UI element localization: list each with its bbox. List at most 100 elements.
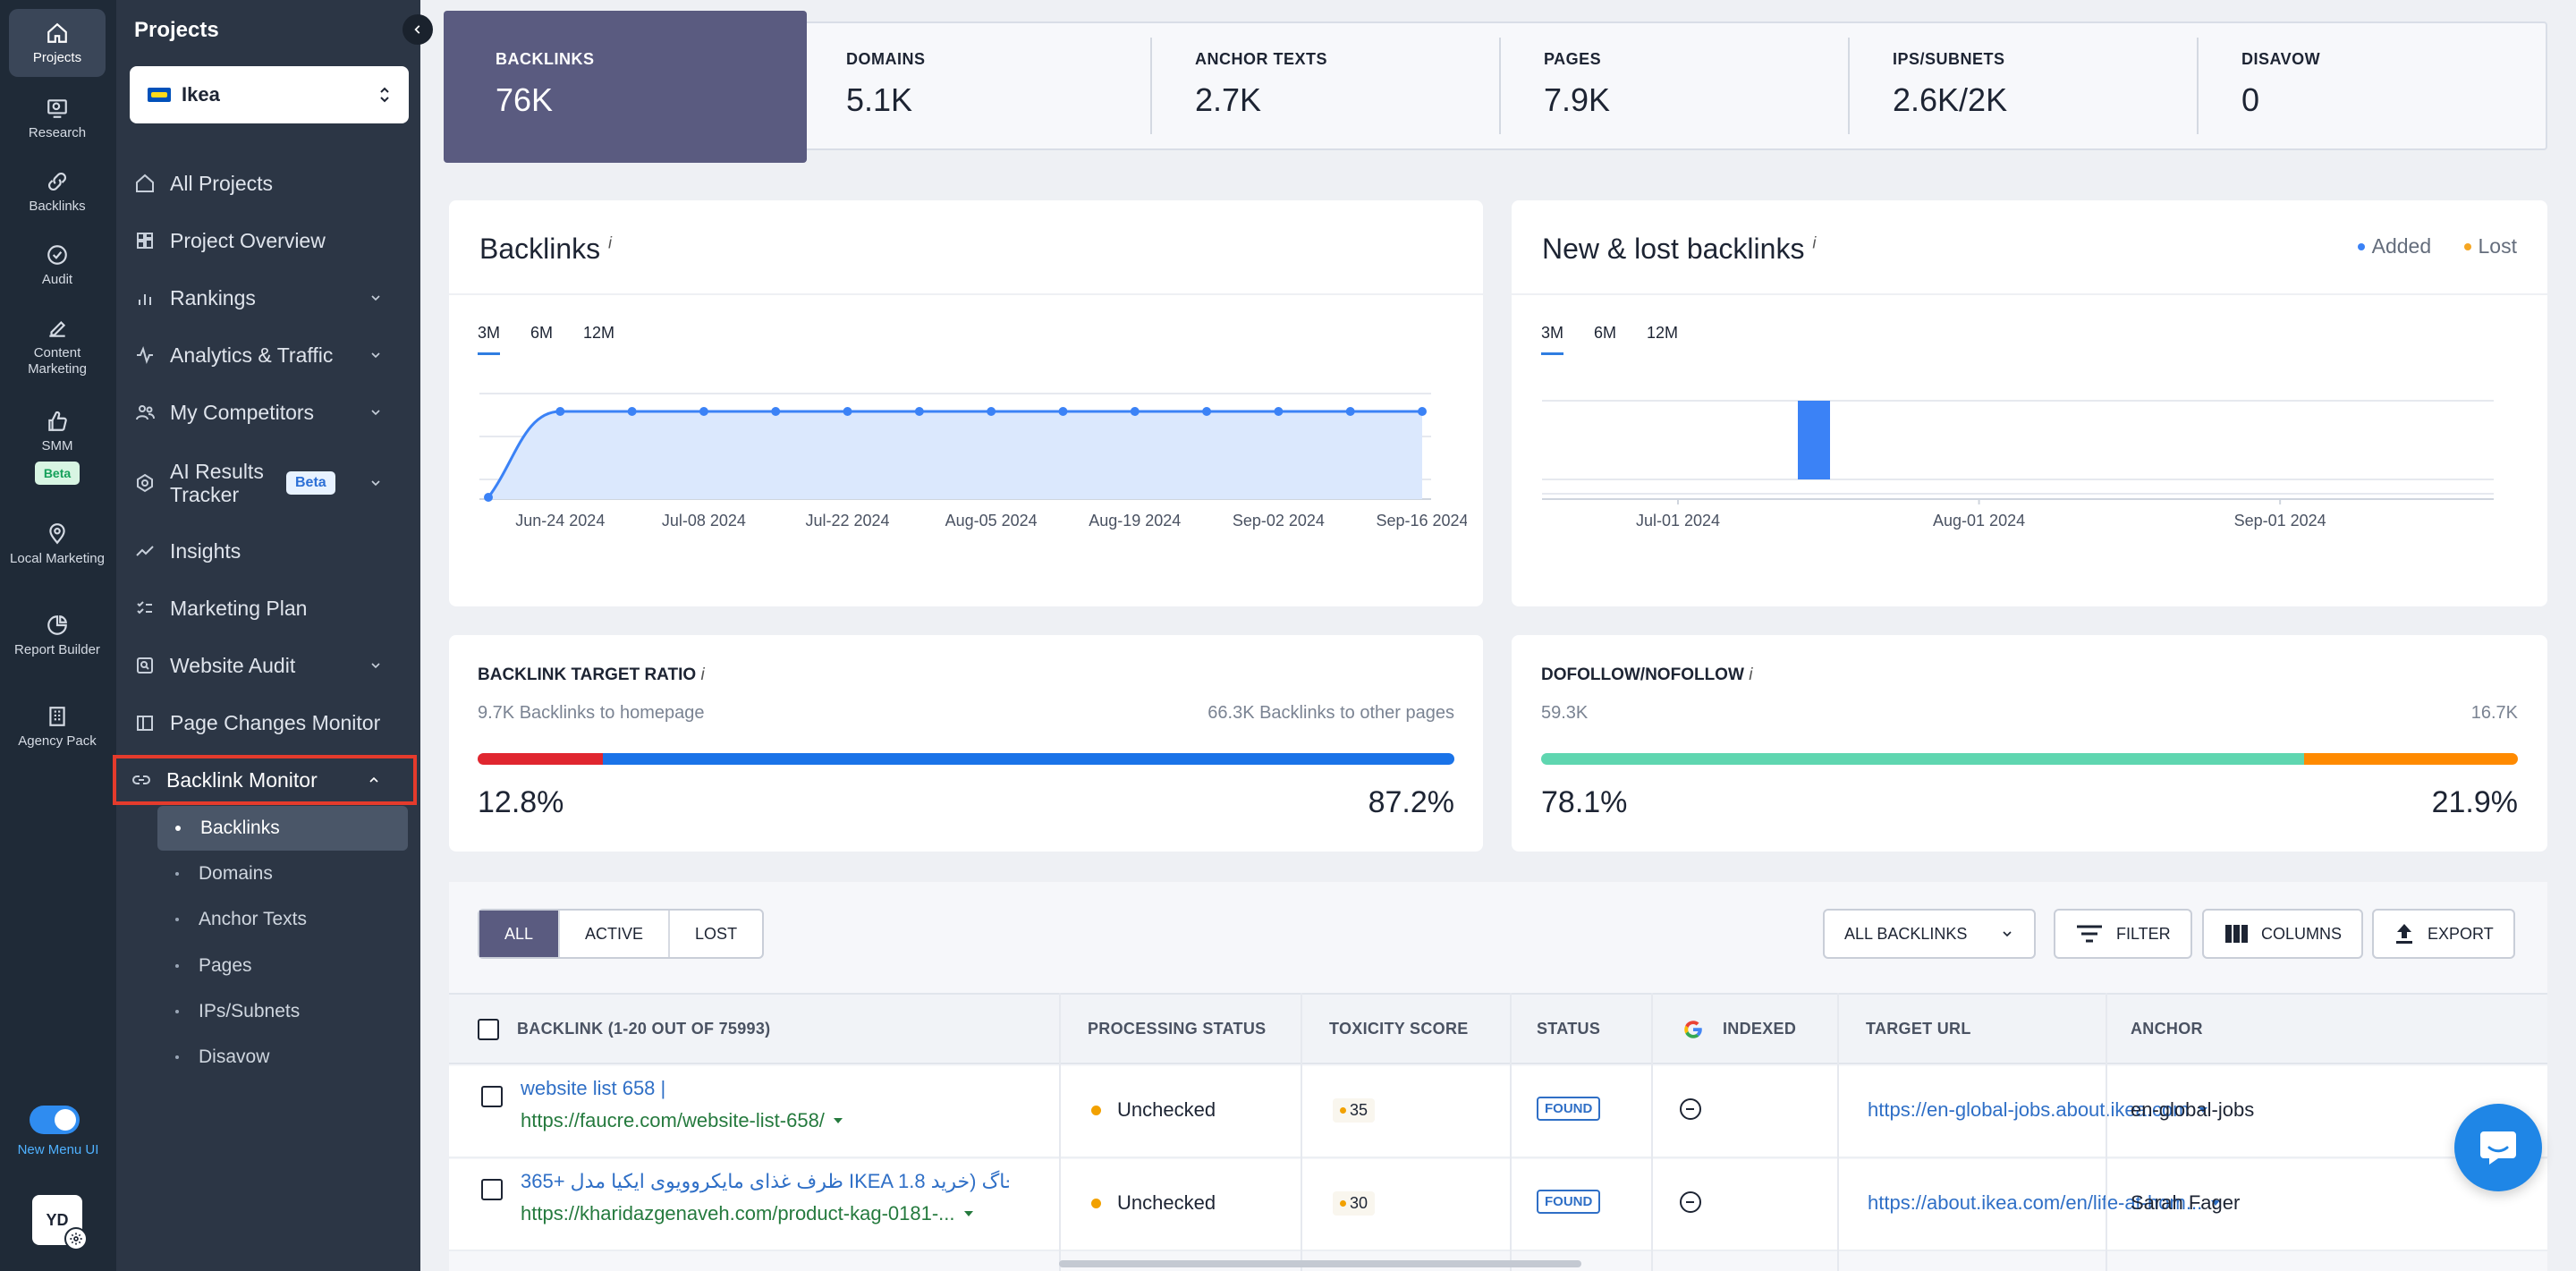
rail-item-content-marketing[interactable]: Content Marketing (9, 317, 106, 377)
filter-button[interactable]: FILTER (2054, 909, 2192, 959)
rail-item-research[interactable]: Research (9, 97, 106, 141)
info-icon[interactable]: i (1812, 233, 1816, 251)
status-badge: FOUND (1537, 1190, 1601, 1214)
subnav-label: IPs/Subnets (199, 1001, 301, 1021)
row-checkbox[interactable] (481, 1179, 503, 1200)
subnav-label: Pages (199, 955, 252, 976)
table-header: BACKLINK (1-20 OUT OF 75993) PROCESSING … (449, 993, 2547, 1064)
nav-item-project-overview[interactable]: Project Overview (134, 218, 402, 263)
col-header-anchor[interactable]: ANCHOR (2131, 1020, 2203, 1038)
stat-tab-anchor-texts[interactable]: ANCHOR TEXTS 2.7K (1168, 23, 1327, 148)
rail-item-smm[interactable]: SMM Beta (9, 410, 106, 485)
range-tab-3m[interactable]: 3M (478, 324, 501, 355)
caret-down-icon[interactable] (963, 1211, 973, 1216)
stat-value: 0 (2241, 81, 2260, 118)
data-point (987, 407, 996, 416)
col-header-status[interactable]: STATUS (1537, 1020, 1600, 1038)
filter-segmented-control: ALL ACTIVE LOST (478, 909, 765, 959)
nav-item-my-competitors[interactable]: My Competitors (134, 390, 402, 435)
range-tab-12m[interactable]: 12M (583, 324, 614, 343)
filter-lost[interactable]: LOST (670, 911, 762, 957)
col-header-toxicity-score[interactable]: TOXICITY SCORE (1329, 1020, 1469, 1038)
backlink-url-link[interactable]: https://kharidazgenaveh.com/product-kag-… (521, 1202, 973, 1225)
nav-item-insights[interactable]: Insights (134, 529, 402, 573)
edit-icon (49, 320, 66, 337)
icon-rail: Projects Research Backlinks Audit Conten… (0, 0, 116, 1271)
stat-tab-backlinks[interactable]: BACKLINKS 76K (444, 11, 807, 163)
stat-tab-domains[interactable]: DOMAINS 5.1K (819, 23, 926, 148)
backlink-url-link[interactable]: https://faucre.com/website-list-658/ (521, 1109, 843, 1132)
horizontal-scrollbar[interactable] (1059, 1260, 1581, 1267)
info-icon[interactable]: i (608, 233, 612, 251)
avatar[interactable]: YD (32, 1195, 88, 1250)
book-icon (137, 716, 153, 731)
subnav-item-pages[interactable]: Pages (157, 944, 408, 988)
collapse-sidebar-button[interactable] (402, 14, 433, 45)
settings-gear-icon[interactable] (64, 1227, 88, 1250)
rail-item-report-builder[interactable]: Report Builder (9, 614, 106, 658)
subnav-label: Backlinks (200, 818, 280, 838)
nav-item-analytics-traffic[interactable]: Analytics & Traffic (134, 333, 402, 377)
range-tab-12m[interactable]: 12M (1647, 324, 1678, 343)
project-select[interactable]: Ikea (130, 66, 409, 123)
backlinks-type-dropdown[interactable]: ALL BACKLINKS (1823, 909, 2036, 959)
column-divider (1059, 993, 1061, 1271)
range-tab-6m[interactable]: 6M (530, 324, 553, 343)
rail-item-audit[interactable]: Audit (9, 243, 106, 288)
data-point (1274, 407, 1284, 416)
rail-item-local-marketing[interactable]: Local Marketing (9, 522, 106, 567)
subnav-item-disavow[interactable]: Disavow (157, 1035, 408, 1080)
ratio-left-label: 59.3K (1541, 703, 1589, 723)
status-dot-icon (1091, 1199, 1101, 1208)
nav-item-ai-results-tracker[interactable]: AI Results Tracker Beta (134, 458, 402, 508)
col-header-indexed[interactable]: INDEXED (1723, 1020, 1796, 1038)
col-header-target-url[interactable]: TARGET URL (1866, 1020, 1971, 1038)
subnav-item-domains[interactable]: Domains (157, 852, 408, 896)
table-row[interactable]: 365+ ظرف غذای مایکروویوی ایکیا مدل IKEA … (449, 1159, 2547, 1251)
new-lost-chart-card: New & lost backlinks i Added Lost 3M 6M … (1512, 200, 2547, 606)
stat-label: IPS/SUBNETS (1893, 50, 2005, 68)
filter-all[interactable]: ALL (479, 911, 561, 957)
range-tab-6m[interactable]: 6M (1594, 324, 1616, 343)
nav-item-page-changes-monitor[interactable]: Page Changes Monitor (134, 700, 402, 745)
backlink-title-link[interactable]: 365+ ظرف غذای مایکروویوی ایکیا مدل IKEA … (521, 1170, 1009, 1193)
nav-item-label: Project Overview (170, 228, 326, 252)
rail-label: Local Marketing (10, 551, 105, 566)
subnav-item-anchor-texts[interactable]: Anchor Texts (157, 897, 408, 942)
nav-item-backlink-monitor[interactable]: Backlink Monitor (113, 755, 417, 805)
subnav-item-backlinks[interactable]: Backlinks (157, 806, 408, 851)
col-header-processing-status[interactable]: PROCESSING STATUS (1088, 1020, 1266, 1038)
new-menu-toggle[interactable] (30, 1106, 80, 1134)
select-all-checkbox[interactable] (478, 1019, 499, 1040)
chevron-down-icon (371, 480, 380, 487)
filter-active[interactable]: ACTIVE (560, 911, 671, 957)
rail-item-projects[interactable]: Projects (9, 9, 106, 77)
nav-item-all-projects[interactable]: All Projects (134, 161, 402, 206)
ratio-title-text: DOFOLLOW/NOFOLLOW (1541, 665, 1744, 684)
nav-item-marketing-plan[interactable]: Marketing Plan (134, 586, 402, 631)
bullet-icon (175, 872, 179, 876)
export-button[interactable]: EXPORT (2372, 909, 2515, 959)
subnav-item-ips-subnets[interactable]: IPs/Subnets (157, 989, 408, 1034)
nav-item-rankings[interactable]: Rankings (134, 275, 402, 320)
beta-badge: Beta (34, 462, 80, 485)
info-icon[interactable]: i (700, 665, 704, 684)
row-checkbox[interactable] (481, 1086, 503, 1107)
rail-item-backlinks[interactable]: Backlinks (9, 170, 106, 215)
table-row[interactable]: website list 658 | https://faucre.com/we… (449, 1066, 2547, 1158)
rail-item-agency-pack[interactable]: Agency Pack (9, 705, 106, 750)
nav-item-website-audit[interactable]: Website Audit (134, 643, 402, 688)
caret-down-icon[interactable] (833, 1118, 843, 1123)
backlink-title-link[interactable]: website list 658 | (521, 1077, 665, 1100)
chevron-down-icon (371, 295, 380, 301)
stat-tab-ips-subnets[interactable]: IPS/SUBNETS 2.6K/2K (1866, 23, 2007, 148)
legend-added: Added (2371, 234, 2432, 258)
stat-tab-pages[interactable]: PAGES 7.9K (1517, 23, 1610, 148)
col-header-backlink[interactable]: BACKLINK (1-20 OUT OF 75993) (517, 1020, 770, 1038)
stat-tab-disavow[interactable]: DISAVOW 0 (2215, 23, 2320, 148)
range-tab-3m[interactable]: 3M (1541, 324, 1564, 355)
data-point (555, 407, 565, 416)
info-icon[interactable]: i (1749, 665, 1752, 684)
chat-support-button[interactable] (2454, 1104, 2542, 1191)
columns-button[interactable]: COLUMNS (2202, 909, 2364, 959)
